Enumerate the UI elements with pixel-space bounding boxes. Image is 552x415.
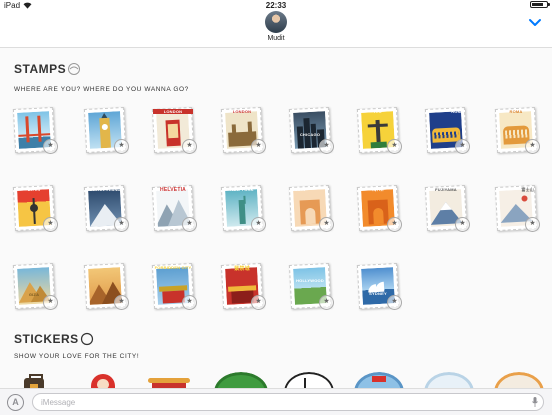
stamp-label: ROMA — [509, 109, 523, 114]
microphone-icon[interactable] — [532, 397, 538, 407]
postmark-icon: ★ — [251, 217, 266, 232]
stamps-subtitle: WHERE ARE YOU? WHERE DO YOU WANNA GO? — [14, 86, 189, 93]
stickers-title-text: STICKERS — [14, 332, 79, 346]
stamp-helvetia[interactable]: ★ HELVETIA — [151, 184, 197, 232]
status-time: 22:33 — [265, 1, 287, 10]
postmark-icon: ★ — [114, 295, 129, 310]
battery-icon — [530, 1, 550, 8]
stamp-label: दिल्ली — [372, 187, 384, 193]
chevron-down-icon[interactable] — [528, 18, 542, 28]
postmark-icon: ★ — [182, 295, 197, 310]
imessage-input[interactable] — [32, 393, 544, 411]
status-right — [530, 1, 550, 8]
stamp-label: SWITZERLAND — [89, 187, 121, 192]
stamp-label: DELHI — [292, 187, 305, 192]
stamps-title-text: STAMPS — [14, 62, 67, 76]
stamp-rome[interactable]: ★ ROME — [424, 106, 470, 154]
stamp-forbidden-city-chinese[interactable]: ★ 紫禁城 — [220, 262, 266, 310]
stamp-delhi-hindi[interactable]: ★ दिल्ली — [356, 184, 402, 232]
stamp-label: 紫禁城 — [234, 266, 250, 272]
stamp-label: GIZA — [28, 292, 40, 297]
postmark-icon: ★ — [43, 139, 58, 154]
conversation-header: Mudit — [0, 11, 552, 47]
stamp-label: FORBIDDEN CITY — [154, 265, 192, 270]
stamp-london-parliament[interactable]: ★ LONDON — [220, 106, 266, 154]
stamp-pyramids[interactable]: ★ — [83, 262, 129, 310]
stamp-label: 富士山 — [521, 187, 534, 192]
postmark-icon: ★ — [43, 217, 58, 232]
stamp-forbidden-city[interactable]: ★ FORBIDDEN CITY — [151, 262, 197, 310]
message-input-bar: A — [0, 388, 552, 415]
app-store-icon[interactable]: A — [7, 394, 24, 411]
stickers-subtitle: SHOW YOUR LOVE FOR THE CITY! — [14, 353, 140, 360]
postmark-icon: ★ — [114, 139, 129, 154]
stamp-london-phone-booth[interactable]: ★ LONDON — [151, 106, 197, 154]
stamp-berlin[interactable]: ★ Berlin — [12, 184, 58, 232]
stamp-delhi[interactable]: ★ DELHI — [288, 184, 334, 232]
stamp-label: LONDON — [153, 109, 193, 114]
sticker-curl-icon — [80, 332, 93, 346]
stamp-label: SYDNEY — [369, 291, 387, 296]
stamp-label: ROME — [451, 109, 464, 114]
stamp-label: Berlin — [27, 187, 41, 192]
contact-name[interactable]: Mudit — [0, 35, 552, 42]
stamp-hollywood[interactable]: ★ HOLLYWOOD — [288, 262, 334, 310]
postmark-icon: ★ — [387, 139, 402, 154]
postmark-icon: ★ — [455, 139, 470, 154]
postmark-icon: ★ — [43, 295, 58, 310]
stamp-new-york[interactable]: ★ NEW YORK — [220, 184, 266, 232]
stamp-label: HOLLYWOOD — [296, 278, 324, 283]
postmark-icon: ★ — [251, 139, 266, 154]
postmark-icon: ★ — [525, 139, 540, 154]
stamp-label: HELVETIA — [160, 187, 186, 193]
postmark-icon: ★ — [319, 295, 334, 310]
postmark-icon: ★ — [182, 139, 197, 154]
stamp-label: FUJIYAMA — [435, 187, 457, 192]
stamp-label: CHICAGO — [299, 132, 321, 137]
postmark-icon: ★ — [387, 217, 402, 232]
stamp-fujiyama[interactable]: ★ FUJIYAMA — [424, 184, 470, 232]
stickers-title: STICKERS — [14, 332, 94, 346]
postmark-icon: ★ — [319, 217, 334, 232]
stamp-curl-icon — [68, 63, 81, 75]
postmark-icon: ★ — [455, 217, 470, 232]
stamp-chicago[interactable]: ★ CHICAGO — [288, 106, 334, 154]
avatar[interactable] — [265, 11, 287, 33]
stamp-label: RIO — [374, 109, 382, 114]
stamp-switzerland[interactable]: ★ SWITZERLAND — [83, 184, 129, 232]
stamps-title: STAMPS — [14, 62, 81, 76]
postmark-icon: ★ — [114, 217, 129, 232]
stamp-rio[interactable]: ★ RIO — [356, 106, 402, 154]
stamp-label: NEW YORK — [230, 187, 254, 192]
stamp-label: LONDON — [232, 109, 252, 114]
postmark-icon: ★ — [251, 295, 266, 310]
stamp-big-ben[interactable]: ★ — [83, 106, 129, 154]
stamp-giza[interactable]: ★ GIZA — [12, 262, 58, 310]
stamp-golden-gate[interactable]: ★ — [12, 106, 58, 154]
sticker-pack-panel: STAMPS WHERE ARE YOU? WHERE DO YOU WANNA… — [0, 48, 552, 388]
postmark-icon: ★ — [319, 139, 334, 154]
stamp-sydney[interactable]: ★ SYDNEY — [356, 262, 402, 310]
stamp-fuji-kanji[interactable]: ★ 富士山 — [494, 184, 540, 232]
postmark-icon: ★ — [525, 217, 540, 232]
stamp-roma[interactable]: ★ ROMA — [494, 106, 540, 154]
postmark-icon: ★ — [182, 217, 197, 232]
postmark-icon: ★ — [387, 295, 402, 310]
